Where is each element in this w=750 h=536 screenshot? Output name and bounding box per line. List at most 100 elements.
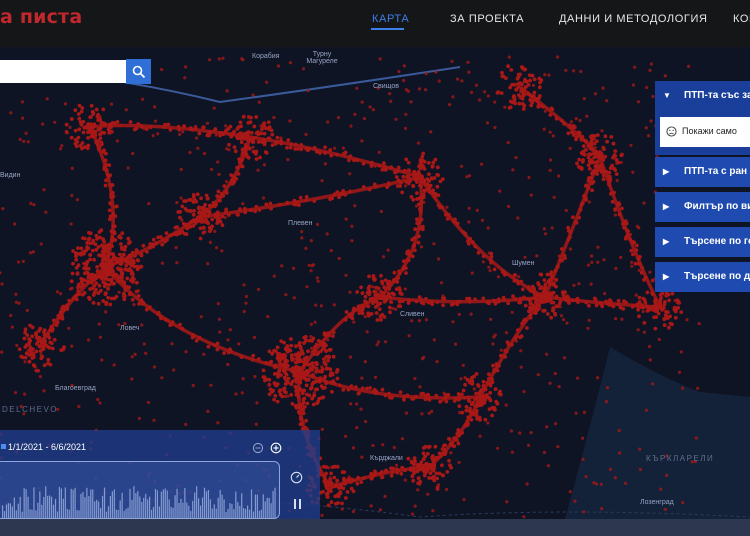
accident-dot[interactable]	[466, 239, 470, 243]
accident-dot[interactable]	[614, 172, 619, 176]
accident-dot[interactable]	[133, 254, 137, 258]
accident-dot[interactable]	[324, 380, 328, 384]
accident-dot[interactable]	[174, 246, 178, 250]
accident-dot[interactable]	[293, 142, 298, 147]
accident-dot[interactable]	[623, 481, 628, 485]
accident-dot[interactable]	[592, 155, 597, 160]
accident-dot[interactable]	[278, 362, 282, 366]
accident-dot[interactable]	[383, 494, 387, 498]
accident-dot[interactable]	[76, 246, 80, 251]
accident-dot[interactable]	[382, 299, 387, 304]
accident-dot[interactable]	[375, 343, 379, 347]
accident-dot[interactable]	[374, 389, 379, 394]
accident-dot[interactable]	[348, 189, 353, 194]
accident-dot[interactable]	[311, 380, 316, 385]
accident-dot[interactable]	[191, 200, 196, 204]
accident-dot[interactable]	[394, 287, 399, 291]
accident-dot[interactable]	[461, 388, 466, 393]
accident-dot[interactable]	[516, 72, 521, 77]
accident-dot[interactable]	[330, 389, 334, 394]
filter-toggle-search-by-road[interactable]: ▶ Търсене по да	[655, 262, 750, 292]
accident-dot[interactable]	[151, 244, 156, 249]
accident-dot[interactable]	[424, 72, 428, 76]
accident-dot[interactable]	[636, 328, 640, 332]
accident-dot[interactable]	[269, 206, 273, 211]
accident-dot[interactable]	[313, 320, 317, 324]
accident-dot[interactable]	[654, 315, 659, 319]
accident-dot[interactable]	[126, 241, 131, 246]
accident-dot[interactable]	[571, 215, 575, 220]
accident-dot[interactable]	[504, 331, 509, 335]
accident-dot[interactable]	[326, 120, 330, 124]
accident-dot[interactable]	[424, 297, 428, 301]
accident-dot[interactable]	[444, 399, 449, 404]
accident-dot[interactable]	[363, 360, 367, 364]
accident-dot[interactable]	[402, 64, 406, 68]
accident-dot[interactable]	[519, 89, 523, 93]
accident-dot[interactable]	[231, 181, 235, 186]
accident-dot[interactable]	[486, 226, 490, 230]
accident-dot[interactable]	[331, 354, 336, 359]
accident-dot[interactable]	[285, 349, 290, 354]
accident-dot[interactable]	[435, 184, 440, 189]
accident-dot[interactable]	[244, 294, 248, 299]
accident-dot[interactable]	[101, 237, 105, 242]
accident-dot[interactable]	[327, 466, 331, 470]
accident-dot[interactable]	[265, 80, 269, 84]
accident-dot[interactable]	[628, 237, 632, 242]
accident-dot[interactable]	[363, 315, 367, 319]
accident-dot[interactable]	[129, 264, 133, 268]
accident-dot[interactable]	[102, 167, 107, 172]
accident-dot[interactable]	[257, 139, 262, 144]
accident-dot[interactable]	[440, 463, 444, 468]
accident-dot[interactable]	[86, 338, 91, 342]
accident-dot[interactable]	[262, 142, 267, 147]
accident-dot[interactable]	[469, 402, 474, 407]
accident-dot[interactable]	[298, 380, 303, 385]
accident-dot[interactable]	[276, 64, 281, 68]
accident-dot[interactable]	[227, 142, 231, 147]
accident-dot[interactable]	[329, 249, 333, 253]
accident-dot[interactable]	[329, 380, 334, 385]
accident-dot[interactable]	[360, 307, 365, 312]
accident-dot[interactable]	[83, 145, 87, 149]
accident-dot[interactable]	[140, 323, 144, 327]
filter-toggle-accidents-with-dead[interactable]: ▼ ПТП-та със за	[655, 81, 750, 111]
accident-dot[interactable]	[208, 58, 212, 62]
accident-dot[interactable]	[156, 132, 160, 136]
accident-dot[interactable]	[264, 126, 268, 131]
accident-dot[interactable]	[384, 468, 388, 473]
accident-dot[interactable]	[538, 306, 542, 310]
accident-dot[interactable]	[310, 361, 315, 365]
accident-dot[interactable]	[583, 184, 588, 188]
accident-dot[interactable]	[572, 283, 576, 287]
accident-dot[interactable]	[32, 203, 36, 207]
accident-dot[interactable]	[401, 174, 406, 179]
accident-dot[interactable]	[216, 421, 220, 425]
accident-dot[interactable]	[492, 335, 496, 339]
accident-dot[interactable]	[88, 253, 93, 257]
accident-dot[interactable]	[286, 138, 291, 143]
accident-dot[interactable]	[465, 419, 469, 424]
accident-dot[interactable]	[662, 323, 667, 327]
accident-dot[interactable]	[387, 287, 392, 291]
accident-dot[interactable]	[374, 185, 378, 189]
accident-dot[interactable]	[294, 360, 299, 364]
accident-dot[interactable]	[112, 296, 117, 301]
accident-dot[interactable]	[320, 365, 324, 369]
accident-dot[interactable]	[356, 475, 360, 480]
accident-dot[interactable]	[389, 99, 393, 103]
accident-dot[interactable]	[557, 254, 561, 258]
accident-dot[interactable]	[227, 148, 231, 152]
accident-dot[interactable]	[642, 201, 646, 205]
accident-dot[interactable]	[410, 474, 415, 479]
accident-dot[interactable]	[101, 107, 106, 112]
accident-dot[interactable]	[554, 295, 559, 299]
accident-dot[interactable]	[178, 231, 183, 236]
accident-dot[interactable]	[74, 265, 79, 270]
accident-dot[interactable]	[137, 416, 141, 420]
accident-dot[interactable]	[319, 340, 324, 345]
accident-dot[interactable]	[528, 78, 533, 83]
accident-dot[interactable]	[129, 271, 134, 276]
accident-dot[interactable]	[506, 141, 510, 145]
